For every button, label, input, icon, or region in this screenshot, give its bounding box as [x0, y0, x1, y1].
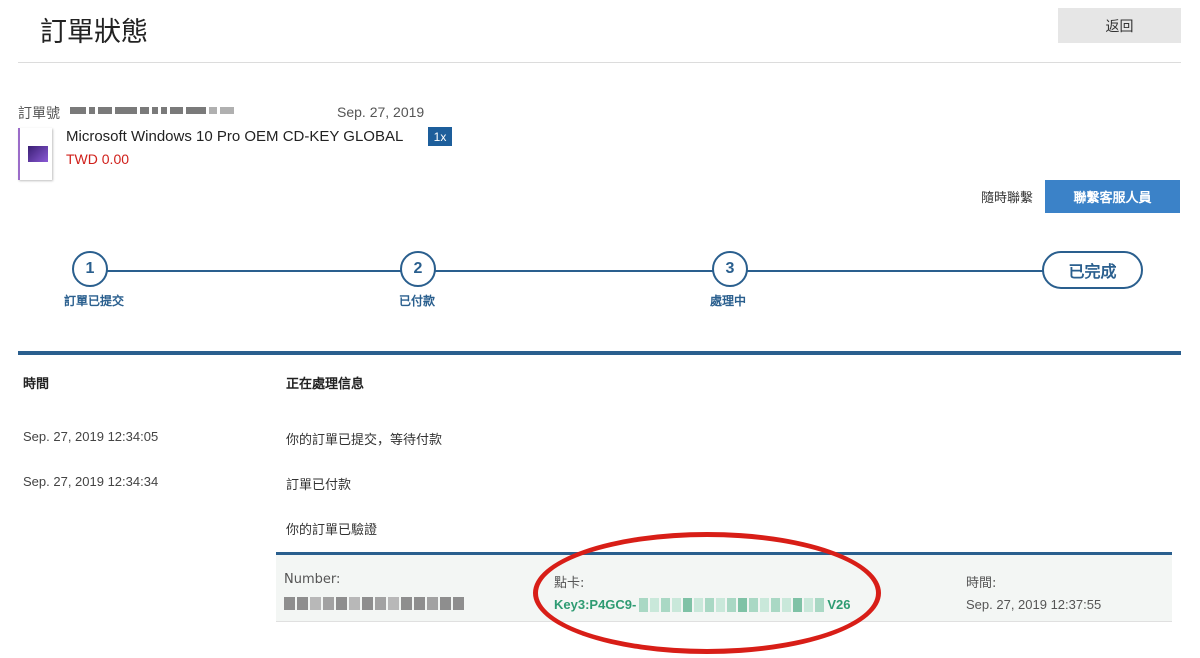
windows-box-icon [18, 128, 52, 180]
log-entry-message: 你的訂單已提交，等待付款 [286, 433, 443, 448]
order-number-redacted [70, 107, 234, 114]
step-3-circle: 3 [712, 251, 748, 287]
order-number-label: 訂單號 [18, 106, 60, 122]
step-2-circle: 2 [400, 251, 436, 287]
page-title: 訂單狀態 [40, 17, 148, 48]
progress-track [90, 270, 1070, 272]
back-button[interactable]: 返回 [1058, 8, 1181, 43]
header-divider [18, 62, 1181, 63]
log-entry-time: Sep. 27, 2019 12:34:34 [23, 474, 159, 489]
log-time-header: 時間 [23, 377, 50, 392]
step-completed-badge: 已完成 [1042, 251, 1143, 289]
card-key-prefix: Key3:P4GC9- [554, 597, 637, 612]
order-date: Sep. 27, 2019 [337, 104, 425, 120]
step-3-label: 處理中 [710, 294, 747, 308]
step-1-label: 訂單已提交 [64, 294, 125, 308]
number-label: Number: [284, 572, 341, 587]
log-entry-time: Sep. 27, 2019 12:34:05 [23, 429, 159, 444]
step-1-circle: 1 [72, 251, 108, 287]
card-key-suffix: V26 [827, 597, 851, 612]
step-2-label: 已付款 [399, 294, 436, 308]
card-key-label: 點卡: [554, 576, 585, 591]
card-key-redacted [639, 597, 825, 612]
contact-support-button[interactable]: 聯繫客服人員 [1045, 180, 1180, 213]
card-key-value[interactable]: Key3:P4GC9- V26 [554, 597, 851, 612]
log-info-header: 正在處理信息 [286, 377, 365, 392]
log-divider [18, 351, 1181, 355]
log-entry-message: 你的訂單已驗證 [286, 523, 378, 538]
number-redacted [284, 597, 464, 610]
key-time-value: Sep. 27, 2019 12:37:55 [966, 597, 1102, 612]
quantity-badge: 1x [428, 127, 452, 146]
product-price: TWD 0.00 [66, 151, 130, 167]
log-entry-message: 訂單已付款 [286, 478, 352, 493]
key-time-label: 時間: [966, 576, 997, 591]
contact-label: 隨時聯繫 [981, 191, 1034, 206]
product-name[interactable]: Microsoft Windows 10 Pro OEM CD-KEY GLOB… [66, 128, 403, 145]
